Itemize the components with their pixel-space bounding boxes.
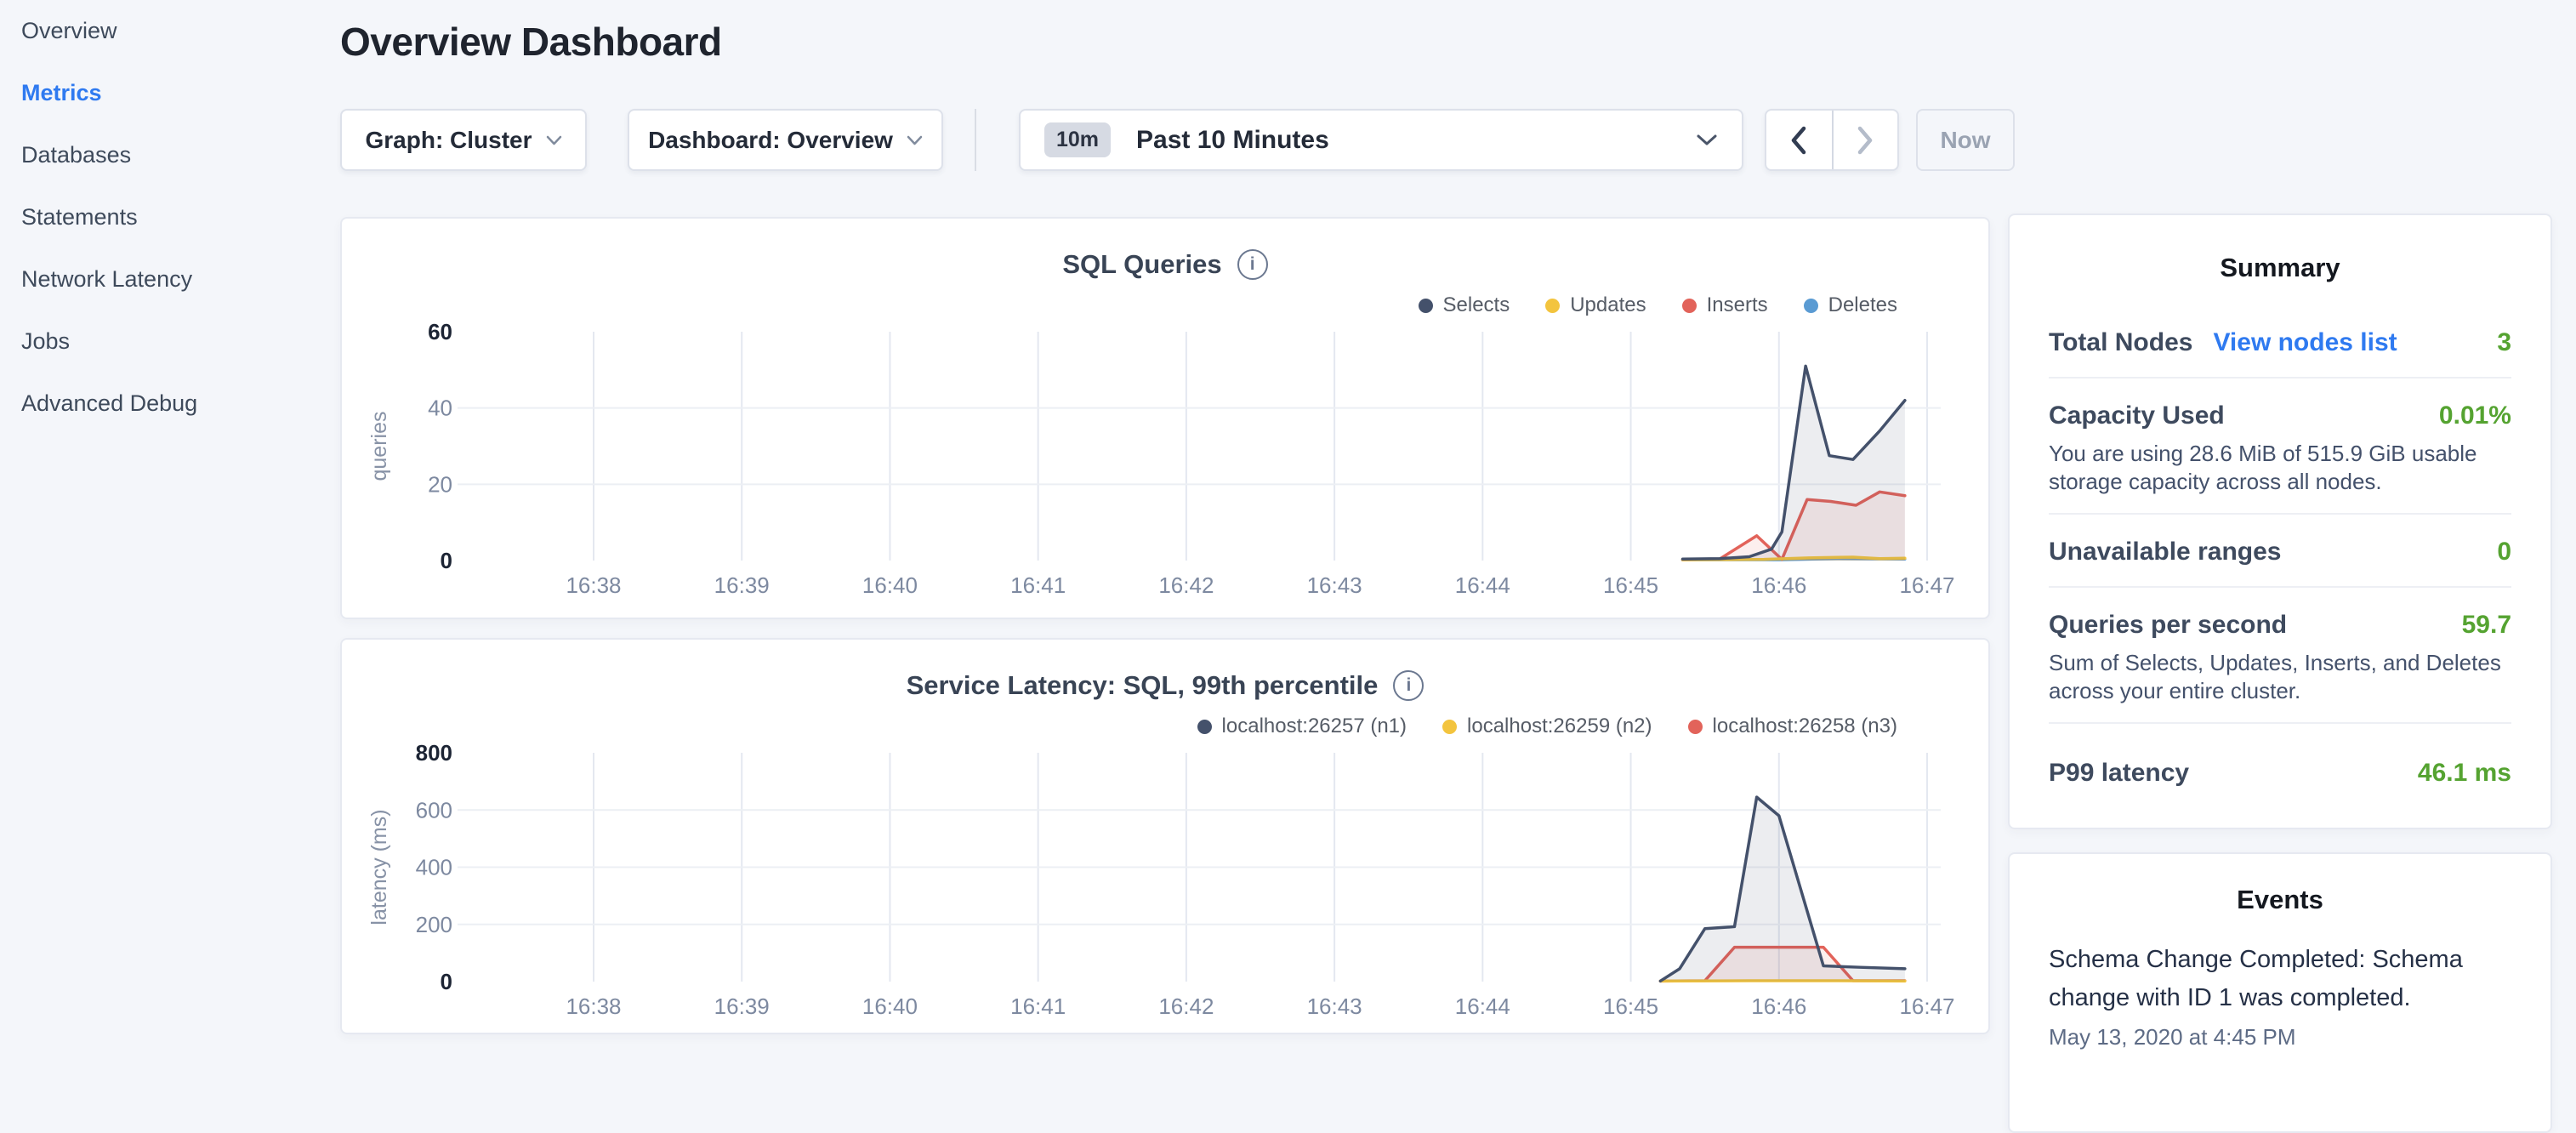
stat-description: Sum of Selects, Updates, Inserts, and De… <box>2049 649 2511 705</box>
divider <box>2049 513 2511 515</box>
dashboard-dropdown[interactable]: Dashboard: Overview <box>628 109 943 171</box>
divider <box>2049 377 2511 379</box>
sidebar-item-jobs[interactable]: Jobs <box>0 310 340 373</box>
event-timestamp: May 13, 2020 at 4:45 PM <box>2049 1024 2511 1050</box>
svg-text:16:42: 16:42 <box>1158 572 1214 598</box>
sidebar: Overview Metrics Databases Statements Ne… <box>0 0 340 1051</box>
svg-text:16:47: 16:47 <box>1899 572 1954 598</box>
svg-text:60: 60 <box>428 319 452 344</box>
graph-dropdown-label: Graph: Cluster <box>365 127 532 154</box>
svg-text:16:44: 16:44 <box>1455 572 1510 598</box>
svg-text:40: 40 <box>428 396 452 421</box>
svg-text:16:41: 16:41 <box>1010 994 1066 1019</box>
time-window-label: Past 10 Minutes <box>1136 126 1329 155</box>
page-title: Overview Dashboard <box>340 19 722 65</box>
chevron-down-icon <box>907 135 923 145</box>
svg-text:16:39: 16:39 <box>714 994 770 1019</box>
svg-text:600: 600 <box>416 797 452 823</box>
view-nodes-list-link[interactable]: View nodes list <box>2213 328 2397 357</box>
stat-label: Total Nodes <box>2049 328 2192 357</box>
now-button[interactable]: Now <box>1916 109 2015 171</box>
stat-value: 46.1 ms <box>2418 759 2511 788</box>
stat-description: You are using 28.6 MiB of 515.9 GiB usab… <box>2049 440 2511 496</box>
svg-text:16:38: 16:38 <box>566 994 621 1019</box>
svg-text:16:46: 16:46 <box>1751 994 1806 1019</box>
sql-queries-chart-card: SQL Queries i SelectsUpdatesInsertsDelet… <box>340 217 1990 619</box>
svg-text:16:42: 16:42 <box>1158 994 1214 1019</box>
svg-text:16:38: 16:38 <box>566 572 621 598</box>
summary-panel: Summary Total Nodes View nodes list 3 Ca… <box>2008 214 2552 829</box>
sidebar-item-overview[interactable]: Overview <box>0 0 340 62</box>
svg-text:16:43: 16:43 <box>1307 994 1362 1019</box>
summary-row-p99-latency: P99 latency 46.1 ms <box>2049 756 2511 790</box>
summary-title: Summary <box>2010 215 2550 283</box>
toolbar: Graph: Cluster Dashboard: Overview 10m P… <box>340 109 2126 171</box>
sidebar-item-network-latency[interactable]: Network Latency <box>0 248 340 310</box>
svg-text:queries: queries <box>367 412 391 481</box>
stat-value: 0.01% <box>2439 401 2511 430</box>
stat-value: 59.7 <box>2462 611 2511 640</box>
summary-row-total-nodes: Total Nodes View nodes list 3 <box>2049 326 2511 360</box>
chevron-down-icon <box>546 135 562 145</box>
svg-text:0: 0 <box>441 548 452 573</box>
svg-text:200: 200 <box>416 912 452 937</box>
svg-text:16:40: 16:40 <box>862 572 918 598</box>
svg-text:16:45: 16:45 <box>1603 572 1658 598</box>
sql-queries-plot[interactable]: 16:38 16:39 16:40 16:41 16:42 16:43 16:44 16:45… <box>342 219 1992 621</box>
svg-text:0: 0 <box>441 969 452 994</box>
prev-time-button[interactable] <box>1766 111 1832 169</box>
svg-text:16:46: 16:46 <box>1751 572 1806 598</box>
sidebar-item-statements[interactable]: Statements <box>0 186 340 248</box>
time-step-buttons <box>1765 109 1899 171</box>
sidebar-item-databases[interactable]: Databases <box>0 124 340 186</box>
stat-value: 0 <box>2497 538 2511 566</box>
summary-row-capacity-used: Capacity Used 0.01% You are using 28.6 M… <box>2049 399 2511 496</box>
svg-text:16:39: 16:39 <box>714 572 770 598</box>
summary-row-queries-per-second: Queries per second 59.7 Sum of Selects, … <box>2049 608 2511 705</box>
chevron-left-icon <box>1789 125 1808 156</box>
svg-text:16:40: 16:40 <box>862 994 918 1019</box>
svg-text:16:44: 16:44 <box>1455 994 1510 1019</box>
svg-text:16:41: 16:41 <box>1010 572 1066 598</box>
chevron-down-icon <box>1696 134 1718 146</box>
stat-label: Capacity Used <box>2049 401 2225 430</box>
events-panel: Events Schema Change Completed: Schema c… <box>2008 852 2552 1133</box>
stat-value: 3 <box>2497 328 2511 357</box>
service-latency-plot[interactable]: 16:38 16:39 16:40 16:41 16:42 16:43 16:44 16:45… <box>342 640 1992 1036</box>
svg-text:20: 20 <box>428 471 452 497</box>
svg-text:latency (ms): latency (ms) <box>367 809 391 925</box>
chevron-right-icon <box>1856 125 1874 156</box>
svg-text:400: 400 <box>416 855 452 880</box>
event-message[interactable]: Schema Change Completed: Schema change w… <box>2049 941 2511 1017</box>
dashboard-dropdown-label: Dashboard: Overview <box>648 127 893 154</box>
divider <box>2049 586 2511 588</box>
svg-text:800: 800 <box>416 740 452 766</box>
stat-label: Queries per second <box>2049 611 2287 640</box>
stat-label: P99 latency <box>2049 759 2189 788</box>
sidebar-item-metrics[interactable]: Metrics <box>0 62 340 124</box>
graph-dropdown[interactable]: Graph: Cluster <box>340 109 587 171</box>
svg-text:16:47: 16:47 <box>1899 994 1954 1019</box>
events-title: Events <box>2010 854 2550 915</box>
next-time-button[interactable] <box>1832 111 1897 169</box>
divider <box>2049 722 2511 724</box>
svg-text:16:43: 16:43 <box>1307 572 1362 598</box>
time-window-badge: 10m <box>1044 122 1111 157</box>
toolbar-divider <box>975 109 976 171</box>
service-latency-chart-card: Service Latency: SQL, 99th percentile i … <box>340 638 1990 1034</box>
time-window-dropdown[interactable]: 10m Past 10 Minutes <box>1019 109 1743 171</box>
stat-label: Unavailable ranges <box>2049 538 2281 566</box>
summary-row-unavailable-ranges: Unavailable ranges 0 <box>2049 535 2511 569</box>
sidebar-item-advanced-debug[interactable]: Advanced Debug <box>0 373 340 435</box>
svg-text:16:45: 16:45 <box>1603 994 1658 1019</box>
